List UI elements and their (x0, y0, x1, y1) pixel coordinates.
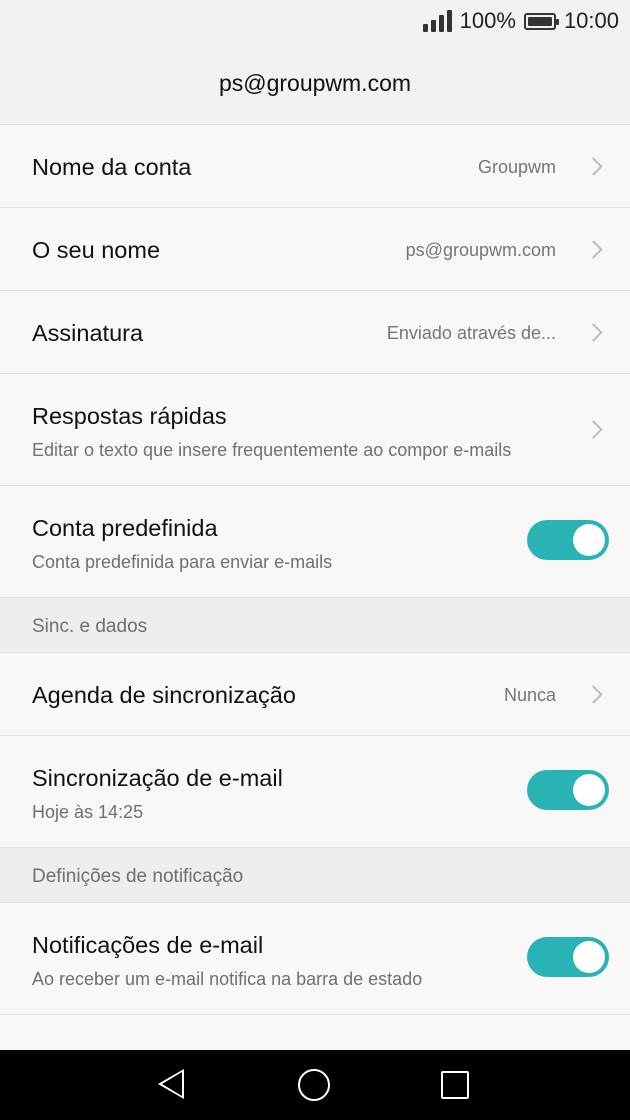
title-bar: ps@groupwm.com (0, 44, 630, 125)
settings-list: Nome da conta Groupwm O seu nome ps@grou… (0, 125, 630, 1050)
toggle-knob (573, 774, 605, 806)
chevron-right-icon (584, 420, 603, 439)
section-header-notifications: Definições de notificação (0, 848, 630, 903)
status-bar: 100% 10:00 (0, 0, 630, 44)
account-name-label: Nome da conta (32, 154, 192, 180)
sync-schedule-row[interactable]: Agenda de sincronização Nunca (0, 653, 630, 736)
default-account-row: Conta predefinida Conta predefinida para… (0, 486, 630, 598)
sync-schedule-value: Nunca (503, 685, 556, 705)
chevron-right-icon (584, 240, 603, 259)
signature-label: Assinatura (32, 320, 144, 346)
navigation-bar (0, 1050, 630, 1120)
email-notifications-label: Notificações de e-mail (32, 932, 264, 958)
toggle-knob (573, 941, 605, 973)
home-icon[interactable] (298, 1069, 330, 1101)
account-name-value: Groupwm (477, 157, 556, 177)
default-account-toggle[interactable] (527, 520, 609, 560)
your-name-value: ps@groupwm.com (405, 240, 556, 260)
chevron-right-icon (584, 685, 603, 704)
signal-icon (422, 10, 452, 32)
clock: 10:00 (563, 8, 619, 33)
email-sync-row: Sincronização de e-mail Hoje às 14:25 (0, 736, 630, 848)
default-account-label: Conta predefinida (32, 515, 218, 541)
sync-schedule-label: Agenda de sincronização (32, 682, 296, 708)
email-notifications-row: Notificações de e-mail Ao receber um e-m… (0, 903, 630, 1015)
your-name-row[interactable]: O seu nome ps@groupwm.com (0, 208, 630, 291)
partial-row[interactable] (0, 1015, 630, 1050)
section-header-sync: Sinc. e dados (0, 598, 630, 653)
default-account-description: Conta predefinida para enviar e-mails (32, 552, 333, 572)
email-sync-last-sync: Hoje às 14:25 (32, 802, 144, 822)
email-notifications-toggle[interactable] (527, 937, 609, 977)
back-icon-inner (162, 1072, 182, 1096)
signature-row[interactable]: Assinatura Enviado através de... (0, 291, 630, 374)
recents-icon[interactable] (441, 1071, 469, 1099)
email-sync-label: Sincronização de e-mail (32, 765, 283, 791)
email-notifications-description: Ao receber um e-mail notifica na barra d… (32, 969, 423, 989)
account-name-row[interactable]: Nome da conta Groupwm (0, 125, 630, 208)
page-title: ps@groupwm.com (218, 70, 412, 96)
quick-responses-row[interactable]: Respostas rápidas Editar o texto que ins… (0, 374, 630, 486)
your-name-label: O seu nome (32, 237, 161, 263)
section-label: Definições de notificação (32, 866, 244, 887)
chevron-right-icon (584, 157, 603, 176)
status-indicators: 100% 10:00 (422, 8, 619, 34)
section-label: Sinc. e dados (32, 616, 148, 637)
signature-value: Enviado através de... (386, 323, 556, 343)
quick-responses-description: Editar o texto que insere frequentemente… (32, 440, 512, 460)
email-sync-toggle[interactable] (527, 770, 609, 810)
battery-icon (523, 12, 559, 30)
chevron-right-icon (584, 323, 603, 342)
toggle-knob (573, 524, 605, 556)
quick-responses-label: Respostas rápidas (32, 403, 227, 429)
battery-percent: 100% (459, 8, 516, 33)
